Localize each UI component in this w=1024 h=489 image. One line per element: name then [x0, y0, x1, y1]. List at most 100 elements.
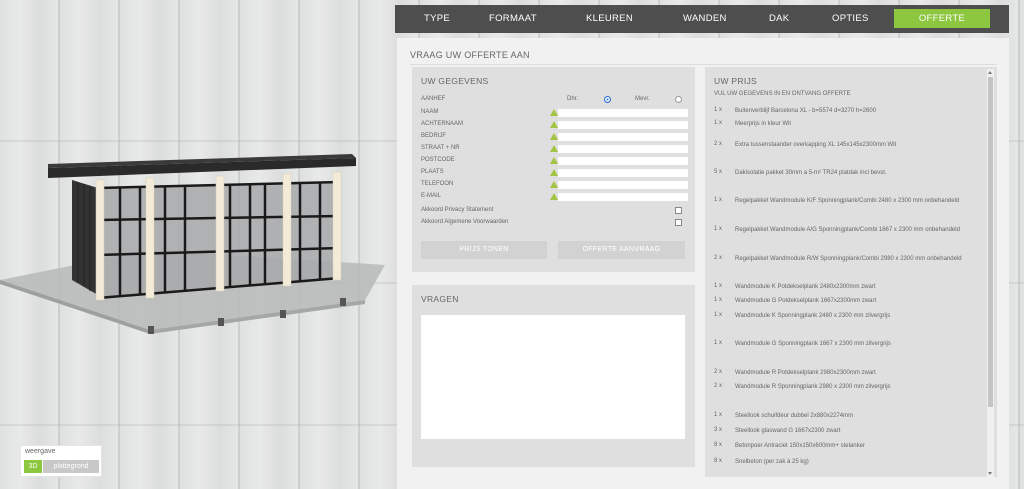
offerte-panel: VRAAG UW OFFERTE AAN UW GEGEVENS AANHEF … — [397, 38, 1009, 489]
price-item-qty: 3 x — [714, 427, 723, 433]
warning-icon — [550, 169, 558, 176]
tab-opties[interactable]: OPTIES — [832, 5, 869, 33]
top-navigation: TYPE FORMAAT KLEUREN WANDEN DAK OPTIES O… — [395, 5, 1009, 33]
telefoon-input[interactable] — [558, 181, 688, 189]
tab-kleuren[interactable]: KLEUREN — [586, 5, 633, 33]
price-item-desc: Wandmodule K Sponningplank 2480 x 2300 m… — [735, 313, 891, 319]
aanhef-row: AANHEF Dhr. Mevr. — [421, 96, 689, 106]
email-input[interactable] — [558, 193, 688, 201]
price-item-desc: Extra tussenstaander overkapping XL 145x… — [735, 142, 897, 148]
warning-icon — [550, 193, 558, 200]
form-row-plaats: PLAATS — [421, 169, 689, 179]
warning-icon — [550, 109, 558, 116]
scrollbar[interactable] — [987, 69, 994, 477]
3d-render[interactable] — [0, 150, 390, 340]
price-item-qty: 1 x — [714, 412, 723, 418]
price-item-desc: Meerprijs in kleur Wit — [735, 121, 792, 127]
gegevens-box: UW GEGEVENS AANHEF Dhr. Mevr. NAAM ACHTE… — [412, 67, 695, 272]
tab-type[interactable]: TYPE — [424, 5, 450, 33]
straat-label: STRAAT + NR — [421, 145, 460, 151]
mevr-label: Mevr. — [635, 96, 650, 102]
price-item-desc: Wandmodule K Potdekselplank 2480x2300mm … — [735, 284, 876, 290]
gegevens-title: UW GEGEVENS — [421, 76, 489, 86]
voorwaarden-checkbox[interactable] — [675, 219, 682, 226]
plaats-input[interactable] — [558, 169, 688, 177]
price-item-qty: 2 x — [714, 383, 723, 389]
form-row-email: E-MAIL — [421, 193, 689, 203]
price-item-qty: 1 x — [714, 107, 723, 113]
price-item-qty: 8 x — [714, 458, 723, 464]
privacy-checkbox[interactable] — [675, 207, 682, 214]
price-list: 1 x Buitenverblijf Barcelona XL - b=5574 … — [714, 67, 984, 477]
scroll-up-icon[interactable] — [988, 71, 992, 74]
dhr-label: Dhr. — [567, 96, 579, 102]
price-item-qty: 2 x — [714, 369, 723, 375]
warning-icon — [550, 133, 558, 140]
tab-formaat[interactable]: FORMAAT — [489, 5, 537, 33]
straat-input[interactable] — [558, 145, 688, 153]
form-row-achternaam: ACHTERNAAM — [421, 121, 689, 131]
vragen-textarea[interactable] — [421, 315, 685, 439]
postcode-input[interactable] — [558, 157, 688, 165]
vragen-title: VRAGEN — [421, 294, 459, 304]
price-item-qty: 1 x — [714, 297, 723, 303]
page-title: VRAAG UW OFFERTE AAN — [410, 50, 530, 60]
form-row-naam: NAAM — [421, 109, 689, 119]
price-item-qty: 8 x — [714, 442, 723, 448]
tab-wanden[interactable]: WANDEN — [683, 5, 727, 33]
voorwaarden-label: Akkoord Algemene Voorwaarden — [421, 219, 509, 225]
price-item-desc: Regelpakket Wandmodule R/W Sponningplank… — [735, 256, 962, 262]
tab-offerte[interactable]: OFFERTE — [894, 9, 990, 28]
bedrijf-label: BEDRIJF — [421, 133, 447, 139]
price-item-desc: Betonpoer Antraciet 150x150x600mm+ stela… — [735, 443, 865, 449]
warning-icon — [550, 181, 558, 188]
price-item-desc: Wandmodule R Sponningplank 2980 x 2300 m… — [735, 384, 891, 390]
weergave-label: weergave — [25, 448, 56, 455]
price-item-desc: Regelpakket Wandmodule A/G Sponningplank… — [735, 227, 960, 233]
aanhef-label: AANHEF — [421, 96, 446, 102]
tab-dak[interactable]: DAK — [769, 5, 789, 33]
form-row-postcode: POSTCODE — [421, 157, 689, 167]
warning-icon — [550, 145, 558, 152]
price-item-desc: Dakisolatie pakket 30mm a 5-m² TR24 plat… — [735, 170, 887, 176]
postcode-label: POSTCODE — [421, 157, 455, 163]
offerte-aanvraag-button[interactable]: OFFERTE AANVRAAG — [558, 241, 685, 259]
prijs-tonen-button[interactable]: PRIJS TONEN — [421, 241, 547, 259]
warning-icon — [550, 121, 558, 128]
divider — [410, 64, 997, 65]
bedrijf-input[interactable] — [558, 133, 688, 141]
email-label: E-MAIL — [421, 193, 442, 199]
naam-input[interactable] — [558, 109, 688, 117]
privacy-label: Akkoord Privacy Statement — [421, 207, 494, 213]
price-item-desc: Snelbeton (per zak à 25 kg) — [735, 459, 809, 465]
price-item-desc: Steellook schuifdeur dubbel 2x880x2274mm — [735, 413, 854, 419]
price-item-qty: 1 x — [714, 120, 723, 126]
price-item-qty: 5 x — [714, 169, 723, 175]
telefoon-label: TELEFOON — [421, 181, 454, 187]
price-item-qty: 2 x — [714, 255, 723, 261]
price-item-qty: 1 x — [714, 340, 723, 346]
plattegrond-button[interactable]: plattegrond — [43, 460, 99, 473]
prijs-box: UW PRIJS VUL UW GEGEVENS IN EN ONTVANG O… — [705, 67, 997, 477]
price-item-desc: Buitenverblijf Barcelona XL - b=5574 d=3… — [735, 108, 877, 114]
price-item-qty: 1 x — [714, 312, 723, 318]
price-item-qty: 2 x — [714, 141, 723, 147]
warning-icon — [550, 157, 558, 164]
price-item-desc: Wandmodule G Potdekselplank 1667x2300mm … — [735, 298, 877, 304]
3d-button[interactable]: 3D — [24, 460, 42, 473]
dhr-radio[interactable] — [604, 96, 611, 103]
form-row-telefoon: TELEFOON — [421, 181, 689, 191]
view-switcher: weergave 3D plattegrond — [20, 445, 102, 477]
price-item-desc: Steellook glaswand G 1667x2300 zwart — [735, 428, 841, 434]
form-row-straat: STRAAT + NR — [421, 145, 689, 155]
mevr-radio[interactable] — [675, 96, 682, 103]
form-row-bedrijf: BEDRIJF — [421, 133, 689, 143]
scroll-down-icon[interactable] — [988, 472, 992, 475]
price-item-qty: 1 x — [714, 226, 723, 232]
achternaam-input[interactable] — [558, 121, 688, 129]
scroll-thumb[interactable] — [988, 77, 993, 407]
vragen-box: VRAGEN — [412, 285, 695, 467]
price-item-desc: Wandmodule G Sponningplank 1667 x 2300 m… — [735, 341, 891, 347]
price-item-qty: 1 x — [714, 197, 723, 203]
price-item-qty: 1 x — [714, 283, 723, 289]
